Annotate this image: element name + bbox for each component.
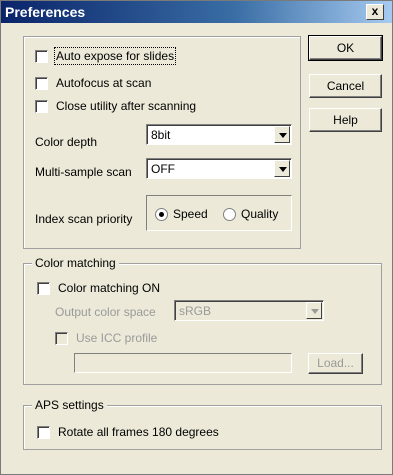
checkbox-label: Close utility after scanning bbox=[56, 99, 197, 113]
autofocus-scan-checkbox[interactable]: Autofocus at scan bbox=[35, 76, 151, 90]
rotate-frames-checkbox[interactable]: Rotate all frames 180 degrees bbox=[37, 425, 219, 439]
multi-sample-select[interactable]: OFF bbox=[146, 158, 292, 179]
close-utility-checkbox[interactable]: Close utility after scanning bbox=[35, 99, 196, 113]
radio-label: Speed bbox=[173, 207, 208, 221]
checkbox-label: Color matching ON bbox=[58, 281, 161, 295]
checkbox-label: Use ICC profile bbox=[76, 331, 158, 345]
color-depth-label: Color depth bbox=[35, 135, 98, 149]
radio-speed[interactable]: Speed bbox=[155, 207, 208, 221]
checkbox-label: Autofocus at scan bbox=[56, 76, 152, 90]
checkbox-label: Auto expose for slides bbox=[53, 47, 177, 65]
radio-button[interactable] bbox=[223, 207, 236, 221]
auto-expose-slides-checkbox[interactable]: Auto expose for slides bbox=[35, 47, 177, 65]
preferences-dialog: Preferences x Auto expose for slides Aut… bbox=[0, 0, 393, 475]
index-priority-label: Index scan priority bbox=[35, 212, 133, 226]
load-button[interactable]: Load... bbox=[308, 353, 363, 374]
cancel-button[interactable]: Cancel bbox=[309, 74, 382, 98]
chevron-down-icon[interactable] bbox=[274, 160, 290, 177]
title-bar[interactable]: Preferences x bbox=[1, 1, 392, 23]
window-title: Preferences bbox=[5, 4, 86, 20]
multi-sample-value: OFF bbox=[151, 162, 175, 176]
radio-label: Quality bbox=[241, 207, 279, 221]
chevron-down-icon[interactable] bbox=[306, 302, 322, 319]
radio-button[interactable] bbox=[155, 207, 168, 221]
ok-button[interactable]: OK bbox=[308, 35, 383, 61]
close-button[interactable]: x bbox=[366, 4, 384, 20]
group-legend: Color matching bbox=[32, 256, 119, 270]
checkbox-box[interactable] bbox=[55, 331, 68, 345]
close-icon: x bbox=[371, 4, 379, 18]
radio-quality[interactable]: Quality bbox=[223, 207, 278, 221]
checkbox-box[interactable] bbox=[35, 49, 48, 63]
checkbox-box[interactable] bbox=[35, 76, 48, 90]
help-button[interactable]: Help bbox=[309, 108, 382, 132]
multi-sample-label: Multi-sample scan bbox=[35, 165, 132, 179]
checkbox-box[interactable] bbox=[35, 99, 48, 113]
icc-profile-path-field[interactable] bbox=[74, 353, 292, 373]
checkbox-box[interactable] bbox=[37, 281, 50, 295]
output-color-space-value: sRGB bbox=[179, 304, 212, 318]
group-legend: APS settings bbox=[32, 398, 107, 412]
color-matching-on-checkbox[interactable]: Color matching ON bbox=[37, 281, 160, 295]
use-icc-profile-checkbox[interactable]: Use ICC profile bbox=[55, 331, 157, 345]
chevron-down-icon[interactable] bbox=[274, 126, 290, 143]
output-color-space-select[interactable]: sRGB bbox=[174, 300, 324, 321]
color-depth-value: 8bit bbox=[151, 128, 171, 142]
checkbox-box[interactable] bbox=[37, 425, 50, 439]
color-depth-select[interactable]: 8bit bbox=[146, 124, 292, 145]
output-color-space-label: Output color space bbox=[55, 305, 156, 319]
checkbox-label: Rotate all frames 180 degrees bbox=[58, 425, 219, 439]
